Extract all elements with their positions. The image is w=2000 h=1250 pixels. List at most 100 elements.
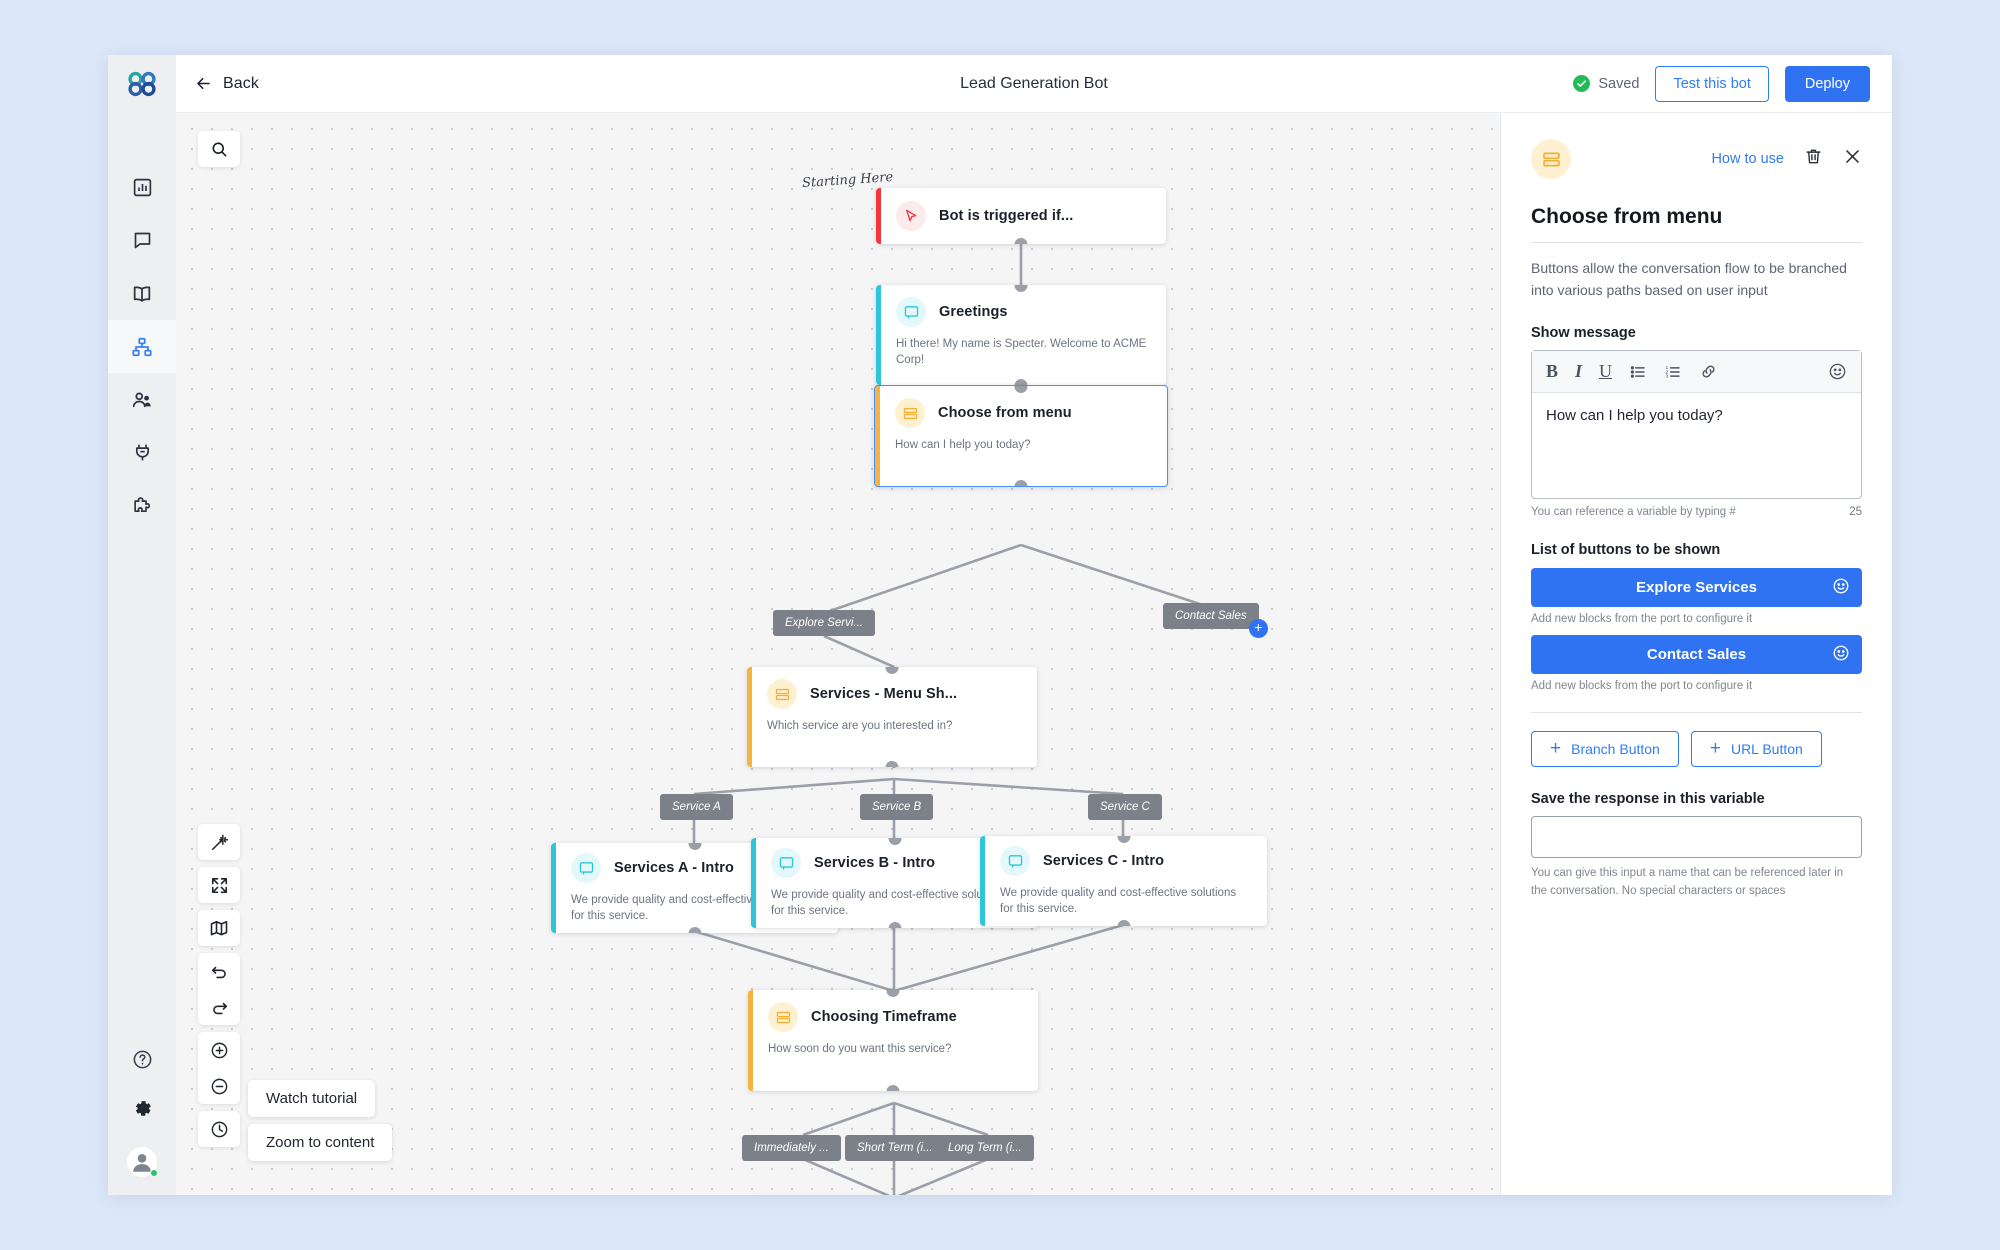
node-port-out[interactable] [886, 761, 899, 768]
underline-icon[interactable]: U [1599, 361, 1612, 382]
link-icon[interactable] [1699, 362, 1718, 381]
undo-button[interactable] [198, 953, 240, 989]
node-title: Services - Menu Sh... [810, 686, 957, 702]
fullscreen-button[interactable] [198, 867, 240, 903]
node-port-out[interactable] [1015, 238, 1028, 245]
sidebar-item-conversations[interactable] [108, 214, 176, 267]
sidebar-item-contacts[interactable] [108, 373, 176, 426]
tool-group-5 [198, 1032, 240, 1104]
back-button[interactable]: Back [194, 74, 259, 93]
flow-button-explore-services[interactable]: Explore Services [1531, 568, 1862, 607]
sidebar-item-integrations[interactable] [108, 426, 176, 479]
canvas-search-button[interactable] [198, 131, 240, 167]
sidebar-item-plugins[interactable] [108, 479, 176, 532]
user-avatar[interactable] [127, 1147, 157, 1177]
italic-icon[interactable]: I [1575, 361, 1582, 382]
port-label-contact-sales[interactable]: Contact Sales + [1163, 603, 1259, 629]
sitemap-flow-icon [131, 336, 153, 358]
panel-divider [1531, 712, 1862, 713]
zoom-to-content-tooltip[interactable]: Zoom to content [248, 1124, 392, 1161]
add-block-button[interactable]: + [1249, 619, 1268, 638]
deploy-button[interactable]: Deploy [1785, 66, 1870, 102]
port-label-short-term[interactable]: Short Term (i... [845, 1135, 945, 1161]
app-window: Back Lead Generation Bot Saved Test this… [108, 55, 1892, 1195]
sidebar-item-knowledge-base[interactable] [108, 267, 176, 320]
node-port-out[interactable] [888, 922, 901, 929]
node-title: Services A - Intro [614, 860, 734, 876]
node-accent-stripe [747, 667, 752, 767]
svg-text:3: 3 [1666, 373, 1669, 379]
top-bar-actions: Saved Test this bot Deploy [1573, 66, 1870, 102]
zoom-to-content-button[interactable] [198, 1111, 240, 1147]
emoji-smiley-icon[interactable] [1832, 577, 1850, 599]
sidebar-item-flow-builder[interactable] [108, 320, 176, 373]
port-label-service-a[interactable]: Service A [660, 794, 733, 820]
auto-arrange-button[interactable] [198, 824, 240, 860]
message-editor[interactable]: B I U 123 [1531, 350, 1862, 499]
menu-list-icon [767, 679, 797, 709]
node-port-out[interactable] [1117, 920, 1130, 927]
port-label-service-c[interactable]: Service C [1088, 794, 1162, 820]
map-icon [209, 918, 229, 938]
flow-node-trigger[interactable]: Bot is triggered if... [876, 188, 1166, 244]
numbered-list-icon[interactable]: 123 [1664, 363, 1682, 381]
flow-canvas[interactable]: Starting Here Bot is triggered if... [176, 113, 1500, 1195]
saved-label: Saved [1598, 76, 1639, 92]
add-url-button[interactable]: + URL Button [1691, 731, 1822, 767]
emoji-smiley-icon[interactable] [1832, 644, 1850, 666]
show-message-label: Show message [1531, 325, 1862, 341]
message-square-icon [571, 853, 601, 883]
node-title: Choosing Timeframe [811, 1009, 957, 1025]
bold-icon[interactable]: B [1546, 361, 1558, 382]
sidebar-item-analytics[interactable] [108, 161, 176, 214]
message-input[interactable]: How can I help you today? [1532, 393, 1861, 498]
port-label-immediately[interactable]: Immediately ... [742, 1135, 841, 1161]
node-port-out[interactable] [1015, 480, 1028, 488]
save-variable-label: Save the response in this variable [1531, 791, 1862, 807]
emoji-smiley-icon[interactable] [1828, 362, 1847, 381]
zoom-in-button[interactable] [198, 1032, 240, 1068]
rail-bottom-items [108, 1049, 176, 1177]
settings-button[interactable] [131, 1097, 154, 1125]
flow-button-contact-sales[interactable]: Contact Sales [1531, 635, 1862, 674]
tool-group-2 [198, 867, 240, 903]
save-variable-hint: You can give this input a name that can … [1531, 865, 1862, 900]
infinity-knot-logo-icon [127, 71, 157, 97]
port-label-long-term[interactable]: Long Term (i... [936, 1135, 1034, 1161]
flow-node-choosing-timeframe[interactable]: Choosing Timeframe How soon do you want … [748, 990, 1038, 1091]
how-to-use-link[interactable]: How to use [1711, 151, 1784, 167]
node-header: Bot is triggered if... [876, 188, 1166, 231]
tool-group-6 [198, 1111, 240, 1147]
node-body-text: Hi there! My name is Specter. Welcome to… [876, 327, 1166, 382]
node-body-text: How can I help you today? [875, 428, 1167, 466]
save-variable-input[interactable] [1531, 816, 1862, 858]
panel-actions: How to use [1711, 147, 1862, 171]
flow-node-greetings[interactable]: Greetings Hi there! My name is Specter. … [876, 285, 1166, 385]
watch-tutorial-tooltip[interactable]: Watch tutorial [248, 1080, 375, 1117]
close-panel-button[interactable] [1843, 147, 1862, 171]
add-branch-button[interactable]: + Branch Button [1531, 731, 1679, 767]
help-button[interactable] [132, 1049, 153, 1075]
message-hint-row: You can reference a variable by typing #… [1531, 506, 1862, 518]
node-title: Services C - Intro [1043, 853, 1164, 869]
minimap-button[interactable] [198, 910, 240, 946]
body-row: Starting Here Bot is triggered if... [176, 113, 1892, 1195]
cursor-pointer-icon [896, 201, 926, 231]
flow-node-services-c-intro[interactable]: Services C - Intro We provide quality an… [980, 836, 1267, 926]
test-bot-button[interactable]: Test this bot [1655, 66, 1768, 102]
port-label-explore-services[interactable]: Explore Servi... [773, 610, 875, 636]
back-label: Back [223, 75, 259, 93]
node-port-out[interactable] [688, 927, 701, 934]
flow-node-services-menu[interactable]: Services - Menu Sh... Which service are … [747, 667, 1037, 767]
delete-block-button[interactable] [1804, 147, 1823, 171]
zoom-out-icon [210, 1077, 229, 1096]
node-accent-stripe [748, 990, 753, 1091]
node-port-out[interactable] [887, 1085, 900, 1092]
zoom-out-button[interactable] [198, 1068, 240, 1104]
bullet-list-icon[interactable] [1629, 363, 1647, 381]
users-icon [131, 389, 153, 411]
flow-node-choose-from-menu[interactable]: Choose from menu How can I help you toda… [874, 385, 1168, 487]
app-logo[interactable] [108, 55, 176, 113]
redo-button[interactable] [198, 989, 240, 1025]
port-label-service-b[interactable]: Service B [860, 794, 933, 820]
